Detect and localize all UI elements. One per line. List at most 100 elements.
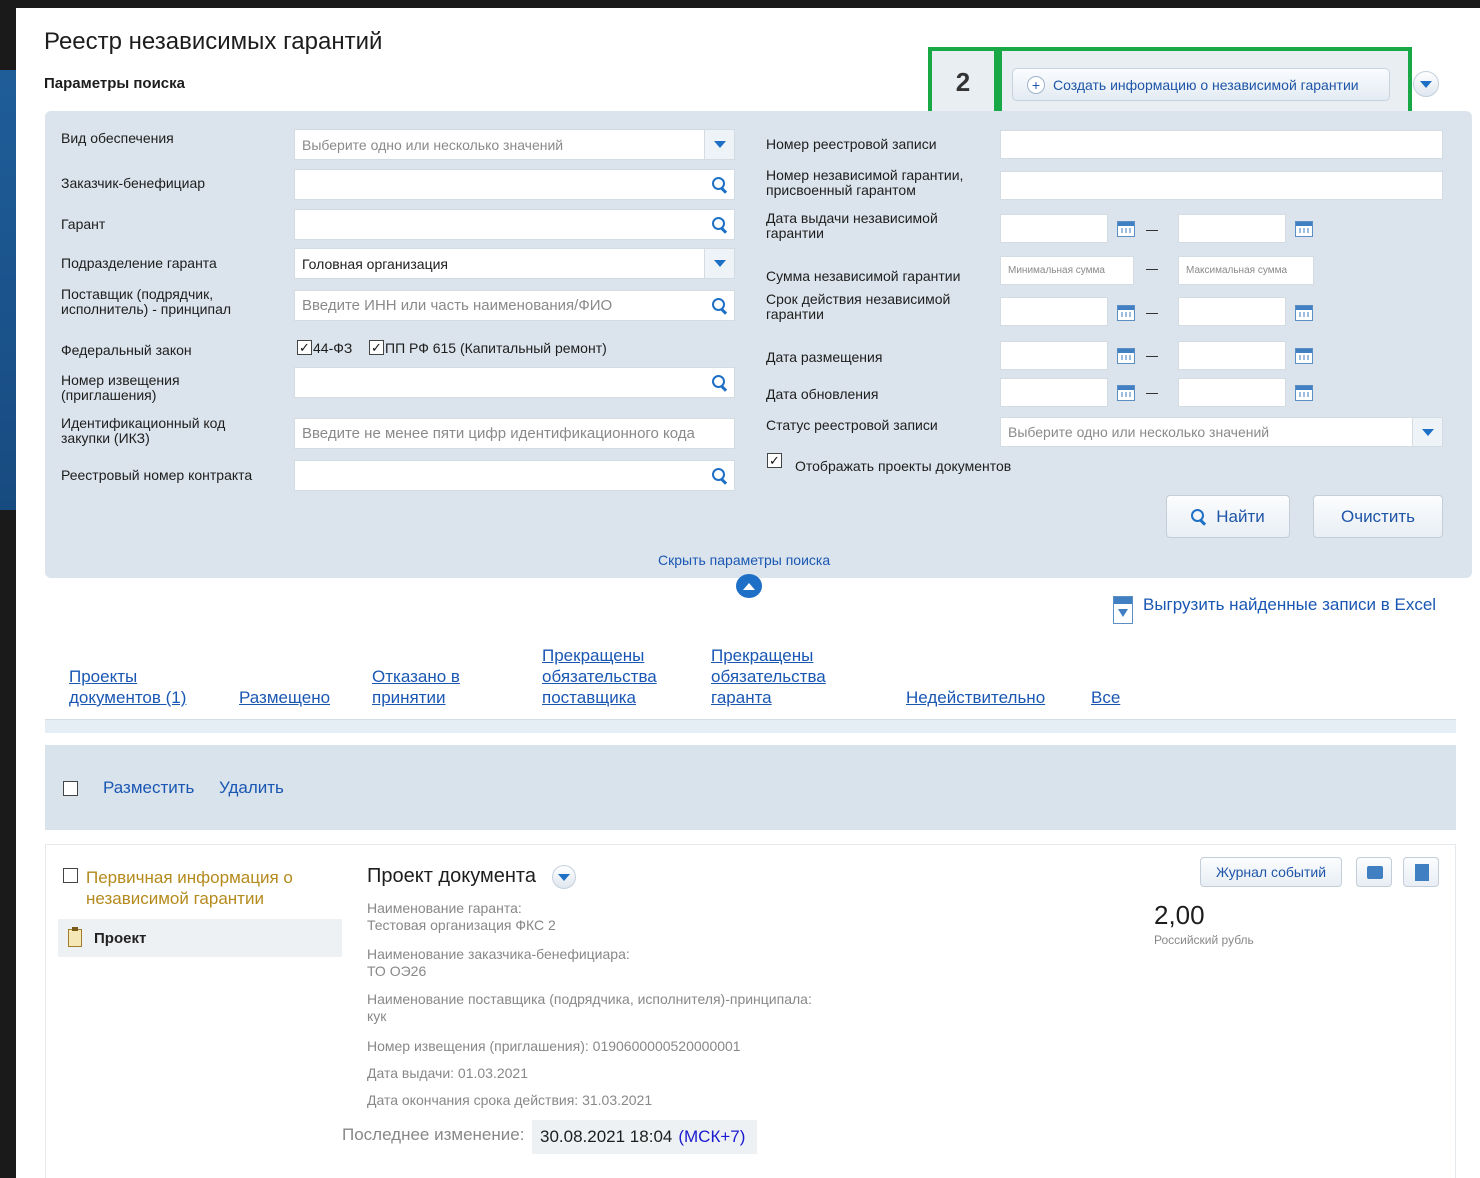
update-date-to-input[interactable] — [1178, 378, 1286, 407]
validity-to-input[interactable] — [1178, 297, 1286, 326]
currency-label: Российский рубль — [1154, 933, 1254, 947]
document-export-icon — [1415, 864, 1429, 881]
search-icon[interactable] — [704, 368, 734, 397]
notice-label-line1: Номер извещения — [61, 372, 180, 388]
amount-min-input[interactable]: Минимальная сумма — [1000, 256, 1134, 285]
delete-action-link[interactable]: Удалить — [219, 778, 284, 798]
notice-number-input[interactable] — [294, 367, 735, 398]
collapse-button[interactable] — [736, 574, 762, 598]
tabs-underline — [45, 719, 1456, 733]
calendar-icon[interactable] — [1295, 348, 1313, 364]
law-615-checkbox[interactable]: ✓ — [369, 340, 384, 355]
select-all-checkbox[interactable] — [63, 781, 78, 796]
tab-all[interactable]: Все — [1091, 687, 1120, 708]
tab-drafts[interactable]: Проекты документов (1) — [69, 666, 186, 708]
tab-guarantor-line1: обязательства — [711, 667, 826, 686]
show-drafts-label: Отображать проекты документов — [795, 458, 1012, 474]
status-select[interactable]: Выберите одно или несколько значений — [1000, 417, 1443, 447]
supplier-label: Поставщик (подрядчик, исполнитель) - при… — [61, 287, 231, 317]
supplier-placeholder: Введите ИНН или часть наименования/ФИО — [302, 297, 613, 314]
contract-number-input[interactable] — [294, 460, 735, 491]
issue-date-label: Дата выдачи независимой гарантии — [766, 211, 938, 241]
tab-invalid[interactable]: Недействительно — [906, 687, 1045, 708]
guarantor-division-select[interactable]: Головная организация — [294, 248, 735, 279]
guarantor-label: Гарант — [61, 216, 106, 232]
clear-button[interactable]: Очистить — [1313, 495, 1443, 538]
end-date-info: Дата окончания срока действия: 31.03.202… — [367, 1092, 653, 1108]
tab-placed[interactable]: Размещено — [239, 687, 330, 708]
tab-rejected[interactable]: Отказано в принятии — [372, 666, 460, 708]
calendar-icon[interactable] — [1117, 385, 1135, 401]
event-log-label: Журнал событий — [1215, 864, 1327, 880]
update-date-from-input[interactable] — [1000, 378, 1108, 407]
hide-search-params-link[interactable]: Скрыть параметры поиска — [658, 553, 830, 568]
event-log-button[interactable]: Журнал событий — [1200, 857, 1342, 887]
ikz-input[interactable]: Введите не менее пяти цифр идентификацио… — [294, 418, 735, 449]
search-icon[interactable] — [704, 461, 734, 490]
amount-min-placeholder: Минимальная сумма — [1008, 265, 1105, 276]
range-dash — [1146, 356, 1158, 357]
document-title: Проект документа — [367, 865, 536, 887]
print-button[interactable] — [1356, 857, 1392, 887]
provision-type-select[interactable]: Выберите одно или несколько значений — [294, 129, 735, 160]
calendar-icon[interactable] — [1295, 385, 1313, 401]
guarantee-amount: 2,00 — [1154, 900, 1205, 930]
tab-rejected-line1: Отказано в — [372, 667, 460, 686]
guarantee-number-input[interactable] — [1000, 171, 1443, 200]
record-card: Первичная информация о независимой гаран… — [45, 844, 1456, 1178]
dropdown-arrow-icon[interactable] — [704, 130, 734, 159]
calendar-icon[interactable] — [1295, 221, 1313, 237]
supplier-name-label: Наименование поставщика (подрядчика, исп… — [367, 991, 812, 1007]
tab-supplier-terminated[interactable]: Прекращены обязательства поставщика — [542, 645, 657, 708]
calendar-icon[interactable] — [1117, 348, 1135, 364]
create-guarantee-label: Создать информацию о независимой гаранти… — [1053, 76, 1359, 93]
validity-from-input[interactable] — [1000, 297, 1108, 326]
last-change-value: 30.08.2021 18:04 — [540, 1127, 673, 1146]
registry-number-input[interactable] — [1000, 130, 1443, 159]
last-change-box: 30.08.2021 18:04 (МСК+7) — [532, 1120, 758, 1154]
issue-date-to-input[interactable] — [1178, 214, 1286, 243]
search-icon[interactable] — [704, 210, 734, 239]
notice-number-label: Номер извещения (приглашения) — [61, 373, 180, 403]
notice-number-info: Номер извещения (приглашения): 019060000… — [367, 1038, 741, 1054]
export-document-button[interactable] — [1403, 857, 1439, 887]
bulk-actions-bar: Разместить Удалить — [45, 745, 1456, 830]
record-title-link[interactable]: Первичная информация о независимой гаран… — [86, 867, 293, 909]
place-action-link[interactable]: Разместить — [103, 778, 194, 798]
guarantor-name-value: Тестовая организация ФКС 2 — [367, 917, 556, 933]
guarantor-input[interactable] — [294, 209, 735, 240]
tab-supplier-line1: обязательства — [542, 667, 657, 686]
record-checkbox[interactable] — [63, 868, 78, 883]
record-title-line2: независимой гарантии — [86, 889, 264, 908]
placement-date-to-input[interactable] — [1178, 341, 1286, 370]
dropdown-arrow-icon[interactable] — [704, 249, 734, 278]
customer-input[interactable] — [294, 169, 735, 200]
more-actions-dropdown[interactable] — [1413, 71, 1439, 97]
calendar-icon[interactable] — [1295, 305, 1313, 321]
amount-max-input[interactable]: Максимальная сумма — [1178, 256, 1314, 285]
ikz-label: Идентификационный код закупки (ИКЗ) — [61, 416, 225, 446]
search-icon[interactable] — [704, 170, 734, 199]
tab-guarantor-terminated[interactable]: Прекращены обязательства гаранта — [711, 645, 826, 708]
placement-date-from-input[interactable] — [1000, 341, 1108, 370]
issue-date-from-input[interactable] — [1000, 214, 1108, 243]
show-drafts-checkbox[interactable]: ✓ — [767, 453, 782, 468]
excel-export-icon[interactable] — [1113, 596, 1133, 624]
record-status: Проект — [58, 919, 342, 957]
law-44-label: 44-ФЗ — [313, 340, 353, 356]
find-button[interactable]: Найти — [1166, 495, 1290, 538]
document-menu-dropdown[interactable] — [552, 865, 576, 889]
chevron-up-icon — [743, 582, 755, 590]
create-guarantee-button[interactable]: + Создать информацию о независимой гаран… — [1012, 68, 1390, 101]
export-excel-link[interactable]: Выгрузить найденные записи в Excel — [1143, 595, 1436, 615]
search-icon[interactable] — [704, 291, 734, 320]
supplier-name-value: кук — [367, 1008, 387, 1024]
status-label: Статус реестровой записи — [766, 417, 938, 433]
supplier-input[interactable]: Введите ИНН или часть наименования/ФИО — [294, 290, 735, 321]
validity-label-line1: Срок действия независимой — [766, 291, 951, 307]
law-44-checkbox[interactable]: ✓ — [297, 340, 312, 355]
dropdown-arrow-icon[interactable] — [1412, 418, 1442, 446]
calendar-icon[interactable] — [1117, 305, 1135, 321]
calendar-icon[interactable] — [1117, 221, 1135, 237]
notice-label-line2: (приглашения) — [61, 387, 157, 403]
